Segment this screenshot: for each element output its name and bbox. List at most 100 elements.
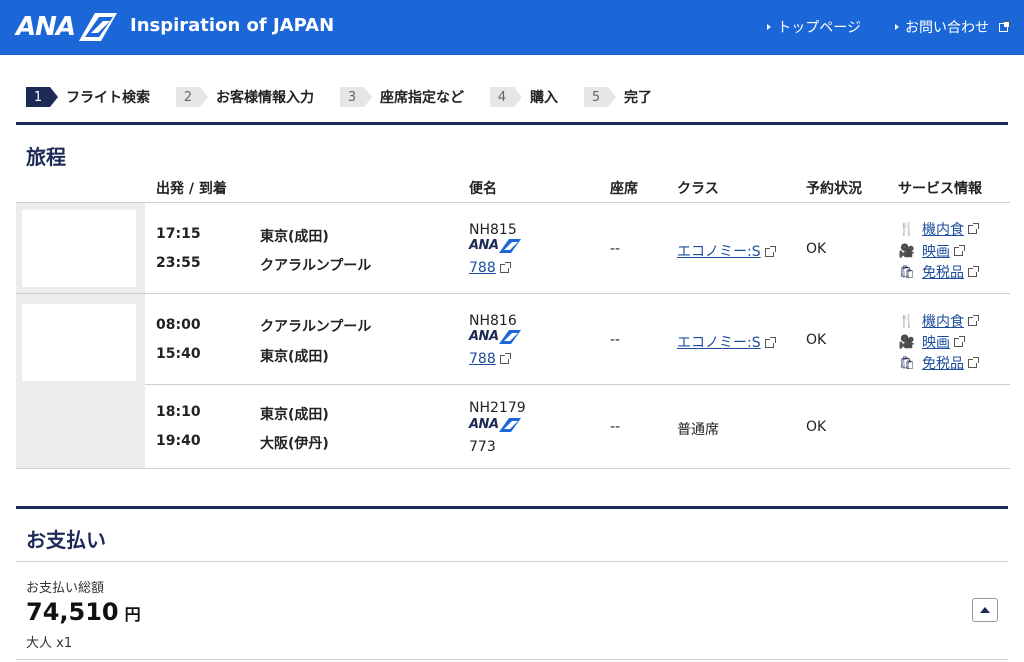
arr-city: クアラルンプール: [260, 258, 372, 274]
external-link-icon: [968, 222, 979, 234]
top-page-link-label: トップページ: [777, 20, 861, 36]
external-link-icon: [764, 336, 776, 348]
flight-number: NH815: [469, 222, 517, 238]
status-value: OK: [806, 241, 827, 257]
service-label: 機内食: [922, 222, 964, 238]
step-label: 完了: [624, 90, 652, 106]
tagline: Inspiration of JAPAN: [130, 15, 335, 36]
row-divider: [145, 384, 1010, 385]
aircraft-link[interactable]: 788: [469, 260, 511, 276]
row-divider: [16, 293, 1010, 294]
row-divider: [16, 561, 1008, 562]
aircraft-label: 788: [469, 351, 496, 367]
step-complete: 5 完了: [584, 87, 652, 107]
meal-icon: 🍴: [898, 313, 916, 329]
duty-free-icon: 🛍: [898, 264, 916, 280]
meal-icon: 🍴: [898, 221, 916, 237]
class-link[interactable]: エコノミー:S: [677, 332, 776, 352]
arrow-right-icon: [895, 24, 899, 30]
row-divider: [16, 468, 1010, 469]
external-link-icon: [954, 335, 965, 347]
airline-logo-text: ANA: [469, 329, 499, 344]
step-label: 座席指定など: [380, 90, 464, 106]
arr-time: 19:40: [156, 433, 201, 449]
service-meal-link[interactable]: 🍴 機内食: [898, 219, 979, 239]
header-links: トップページ お問い合わせ: [767, 17, 1010, 37]
logo-text: ANA: [16, 12, 76, 42]
currency-unit: 円: [124, 605, 141, 624]
logo-stripes-icon: [498, 329, 521, 344]
col-status: 予約状況: [806, 181, 862, 197]
service-label: 映画: [922, 335, 950, 351]
step-label: 購入: [530, 90, 558, 106]
class-label: エコノミー:S: [677, 244, 761, 260]
total-amount: 74,510 円: [26, 598, 141, 626]
row-divider: [16, 202, 1010, 203]
status-value: OK: [806, 332, 827, 348]
external-link-icon: [954, 244, 965, 256]
dep-city: 東京(成田): [260, 229, 329, 245]
seat-value: --: [610, 419, 621, 435]
ana-logo[interactable]: ANA: [16, 9, 118, 45]
service-movie-link[interactable]: 🎥 映画: [898, 332, 965, 352]
seat-value: --: [610, 241, 621, 257]
arr-time: 23:55: [156, 255, 201, 271]
step-flight-search: 1 フライト検索: [26, 87, 150, 107]
service-label: 映画: [922, 244, 950, 260]
class-value: 普通席: [677, 422, 719, 438]
dep-time: 08:00: [156, 317, 201, 333]
step-seat-selection: 3 座席指定など: [340, 87, 464, 107]
arrow-right-icon: [767, 24, 772, 30]
seat-value: --: [610, 332, 621, 348]
aircraft-link[interactable]: 788: [469, 351, 511, 367]
step-number: 2: [176, 87, 208, 107]
dep-time: 17:15: [156, 226, 201, 242]
airline-logo-text: ANA: [469, 417, 499, 432]
airline-logo: ANA: [469, 238, 521, 253]
step-number: 3: [340, 87, 372, 107]
duty-free-icon: 🛍: [898, 355, 916, 371]
service-movie-link[interactable]: 🎥 映画: [898, 241, 965, 261]
top-page-link[interactable]: トップページ: [767, 17, 861, 37]
arr-time: 15:40: [156, 346, 201, 362]
service-label: 免税品: [922, 265, 964, 281]
service-label: 免税品: [922, 356, 964, 372]
col-service: サービス情報: [898, 181, 982, 197]
section-divider: [16, 506, 1008, 509]
service-label: 機内食: [922, 314, 964, 330]
logo-stripes-icon: [498, 238, 521, 253]
step-number: 4: [490, 87, 522, 107]
section-divider: [16, 122, 1008, 125]
col-dep-arr: 出発 / 到着: [156, 181, 227, 197]
airline-logo: ANA: [469, 417, 521, 432]
contact-link-label: お問い合わせ: [905, 20, 989, 36]
dep-time: 18:10: [156, 404, 201, 420]
service-dutyfree-link[interactable]: 🛍 免税品: [898, 353, 979, 373]
row-divider: [16, 659, 1008, 660]
flight-thumbnail: [22, 304, 136, 381]
aircraft-label: 788: [469, 260, 496, 276]
logo-stripes-icon: [498, 417, 521, 432]
arr-city: 東京(成田): [260, 349, 329, 365]
external-link-icon: [968, 265, 979, 277]
chevron-up-icon: [980, 607, 990, 613]
class-link[interactable]: エコノミー:S: [677, 241, 776, 261]
step-customer-info: 2 お客様情報入力: [176, 87, 314, 107]
contact-link[interactable]: お問い合わせ: [895, 17, 1010, 37]
col-flight: 便名: [469, 181, 497, 197]
external-link-icon: [968, 314, 979, 326]
booking-steps: 1 フライト検索 2 お客様情報入力 3 座席指定など 4 購入 5 完了: [26, 86, 678, 108]
external-link-icon: [764, 245, 776, 257]
collapse-button[interactable]: [972, 598, 998, 622]
step-label: お客様情報入力: [216, 90, 314, 106]
amount-value: 74,510: [26, 598, 119, 626]
service-dutyfree-link[interactable]: 🛍 免税品: [898, 262, 979, 282]
step-number: 1: [26, 87, 58, 107]
external-link-icon: [499, 352, 511, 364]
col-seat: 座席: [610, 181, 638, 197]
step-number: 5: [584, 87, 616, 107]
itinerary-title: 旅程: [26, 145, 66, 169]
service-meal-link[interactable]: 🍴 機内食: [898, 311, 979, 331]
external-link-icon: [499, 261, 511, 273]
payment-title: お支払い: [26, 528, 106, 552]
